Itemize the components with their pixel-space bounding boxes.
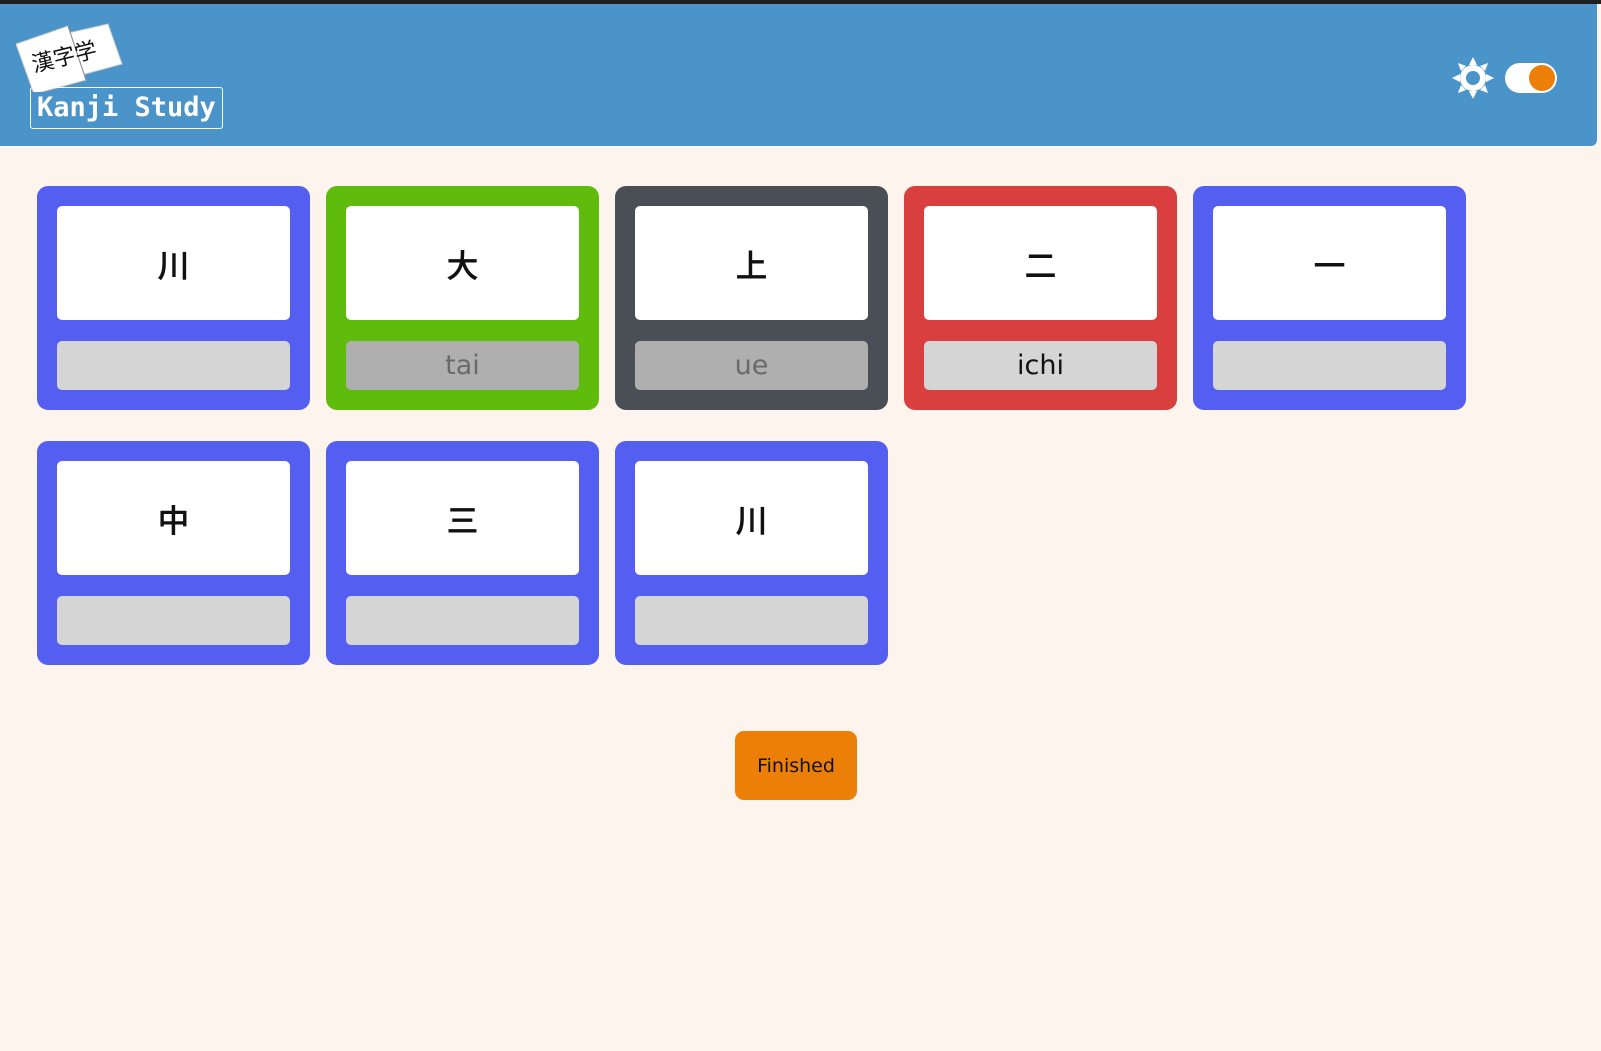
kanji-card: 上	[615, 186, 888, 410]
finished-button[interactable]: Finished	[735, 731, 857, 800]
reading-input[interactable]	[924, 341, 1157, 390]
kanji-face[interactable]: 川	[635, 461, 868, 575]
kanji-card: 一	[1193, 186, 1466, 410]
reading-input[interactable]	[635, 341, 868, 390]
toggle-knob	[1529, 65, 1555, 91]
header-controls	[1451, 56, 1557, 100]
app-logo[interactable]: 漢字学 Kanji Study	[16, 22, 223, 134]
kanji-face[interactable]: 川	[57, 206, 290, 320]
app-title: Kanji Study	[30, 87, 223, 129]
kanji-face[interactable]: 中	[57, 461, 290, 575]
kanji-face[interactable]: 大	[346, 206, 579, 320]
reading-input[interactable]	[57, 596, 290, 645]
reading-input[interactable]	[1213, 341, 1446, 390]
reading-input[interactable]	[346, 341, 579, 390]
kanji-card: 三	[326, 441, 599, 665]
kanji-face[interactable]: 二	[924, 206, 1157, 320]
app-header: 漢字学 Kanji Study	[0, 4, 1597, 146]
kanji-card: 大	[326, 186, 599, 410]
reading-input[interactable]	[346, 596, 579, 645]
kanji-card: 中	[37, 441, 310, 665]
sun-icon[interactable]	[1451, 56, 1495, 100]
kanji-face[interactable]: 三	[346, 461, 579, 575]
theme-toggle[interactable]	[1505, 63, 1557, 93]
kanji-card: 川	[615, 441, 888, 665]
kanji-face[interactable]: 上	[635, 206, 868, 320]
reading-input[interactable]	[57, 341, 290, 390]
kanji-face[interactable]: 一	[1213, 206, 1446, 320]
kanji-card: 二	[904, 186, 1177, 410]
flashcard-grid: 川 大 上 二 一 中 三 川	[37, 186, 1517, 665]
reading-input[interactable]	[635, 596, 868, 645]
kanji-card: 川	[37, 186, 310, 410]
